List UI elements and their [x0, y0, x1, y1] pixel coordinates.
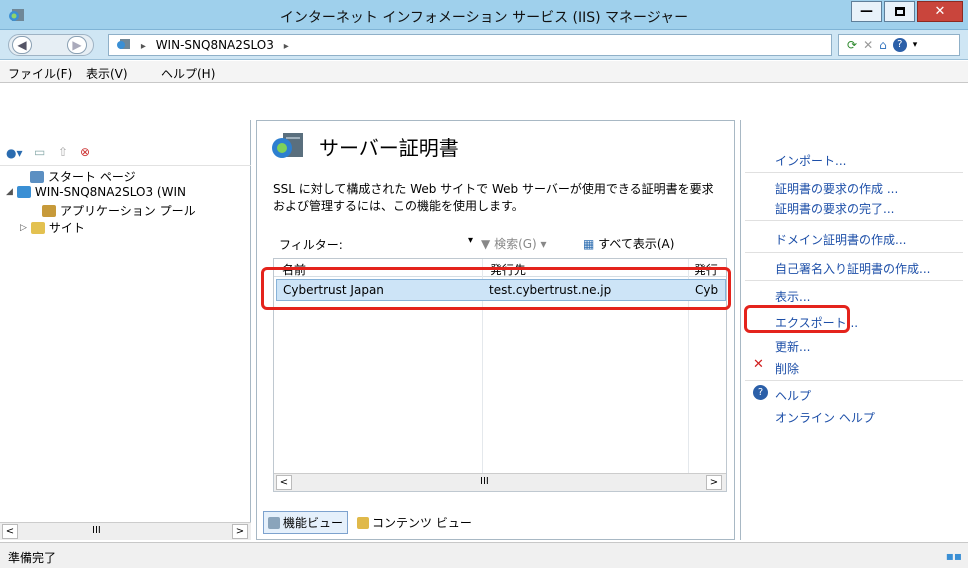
address-tools: ⟳ ✕ ⌂ ? ▾ — [838, 34, 960, 56]
divider — [745, 252, 963, 253]
menu-view[interactable]: 表示(V) — [86, 65, 128, 82]
action-create-domain-cert[interactable]: ドメイン証明書の作成... — [775, 231, 906, 248]
scroll-left-button[interactable]: < — [2, 524, 18, 539]
action-help[interactable]: ヘルプ — [775, 387, 811, 404]
search-label: 検索(G) — [494, 237, 537, 251]
tree-item-label: スタート ページ — [48, 170, 136, 184]
expand-icon[interactable]: ▷ — [20, 223, 27, 233]
tab-label: コンテンツ ビュー — [372, 516, 472, 530]
scroll-right-button[interactable]: > — [232, 524, 248, 539]
filter-bar: フィルター: ▾ ▼ 検索(G) ▾ ▦ すべて表示(A) — [273, 231, 727, 255]
app-pool-icon — [42, 204, 56, 217]
action-import[interactable]: インポート... — [775, 152, 846, 169]
stop-icon[interactable]: ✕ — [863, 38, 873, 52]
action-renew[interactable]: 更新... — [775, 338, 810, 355]
connections-panel: ●▾ ▭ ⇧ ⊗ スタート ページ ◢ WIN-SNQ8NA2SLO3 (WIN… — [0, 120, 251, 540]
page-title: サーバー証明書 — [319, 135, 459, 160]
search-button[interactable]: ▼ 検索(G) ▾ — [481, 235, 547, 252]
tree-item-server[interactable]: ◢ WIN-SNQ8NA2SLO3 (WIN — [6, 185, 186, 199]
tree-item-start-page[interactable]: スタート ページ — [30, 168, 136, 185]
home-icon[interactable]: ⌂ — [879, 38, 887, 52]
breadcrumb-arrow-icon: ▸ — [140, 41, 146, 52]
funnel-icon: ▼ — [481, 237, 491, 251]
action-create-self-signed[interactable]: 自己署名入り証明書の作成... — [775, 260, 930, 277]
nav-buttons: ◀ ▶ — [8, 34, 94, 56]
maximize-button[interactable] — [884, 1, 915, 22]
back-arrow-icon: ◀ — [17, 38, 27, 52]
scroll-thumb-grip: III — [480, 476, 489, 487]
show-all-icon: ▦ — [583, 237, 595, 251]
menu-file[interactable]: ファイル(F) — [8, 65, 72, 82]
divider — [745, 220, 963, 221]
show-all-button[interactable]: ▦ すべて表示(A) — [583, 235, 674, 252]
features-view-icon — [268, 516, 280, 529]
chevron-down-icon[interactable]: ▾ — [913, 40, 918, 50]
tab-features-view[interactable]: 機能ビュー — [263, 511, 349, 534]
feature-panel: サーバー証明書 SSL に対して構成された Web サイトで Web サーバーが… — [256, 120, 735, 540]
save-icon[interactable]: ▭ — [34, 145, 45, 159]
help-icon: ? — [753, 385, 768, 400]
action-view[interactable]: 表示... — [775, 288, 810, 305]
view-tabs: 機能ビュー コンテンツ ビュー — [263, 511, 477, 534]
tree-item-label: アプリケーション プール — [60, 204, 196, 218]
connect-icon[interactable]: ●▾ — [6, 146, 23, 160]
status-text: 準備完了 — [8, 551, 57, 565]
title-bar: インターネット インフォメーション サービス (IIS) マネージャー — ✕ — [0, 0, 968, 30]
divider — [745, 380, 963, 381]
action-delete[interactable]: 削除 — [775, 360, 799, 377]
start-page-icon — [30, 170, 44, 183]
action-complete-request[interactable]: 証明書の要求の完了... — [775, 200, 894, 217]
action-online-help[interactable]: オンライン ヘルプ — [775, 409, 875, 426]
tree-item-label: WIN-SNQ8NA2SLO3 (WIN — [34, 185, 186, 199]
highlight-export-action — [744, 305, 850, 333]
status-server-icon: ▪▪ — [945, 549, 962, 563]
tab-label: 機能ビュー — [283, 516, 344, 530]
up-icon[interactable]: ⇧ — [58, 145, 68, 159]
status-bar: 準備完了 ▪▪ — [0, 542, 968, 568]
action-create-request[interactable]: 証明書の要求の作成 ... — [775, 180, 898, 197]
delete-icon: ✕ — [753, 357, 764, 372]
tree-item-sites[interactable]: ▷ サイト — [20, 219, 85, 236]
divider — [745, 280, 963, 281]
address-bar: ◀ ▶ ▸ WIN-SNQ8NA2SLO3 ▸ ⟳ ✕ ⌂ ? ▾ — [0, 30, 968, 60]
collapse-icon[interactable]: ◢ — [6, 187, 13, 197]
minimize-button[interactable]: — — [851, 1, 882, 22]
tab-content-view[interactable]: コンテンツ ビュー — [352, 511, 477, 534]
forward-button[interactable]: ▶ — [67, 36, 87, 54]
connections-scrollbar[interactable]: < III > — [0, 522, 251, 540]
show-all-label: すべて表示(A) — [598, 237, 675, 251]
close-button[interactable]: ✕ — [917, 1, 963, 22]
menu-bar: ファイル(F) 表示(V) ヘルプ(H) — [0, 61, 968, 83]
connections-toolbar: ●▾ ▭ ⇧ ⊗ — [0, 142, 251, 166]
scroll-thumb-grip: III — [92, 525, 101, 536]
tree-item-app-pools[interactable]: アプリケーション プール — [42, 202, 196, 219]
back-button[interactable]: ◀ — [12, 36, 32, 54]
divider — [745, 172, 963, 173]
server-icon — [117, 39, 130, 49]
chevron-down-icon[interactable]: ▾ — [468, 235, 473, 246]
scroll-left-button[interactable]: < — [276, 475, 292, 490]
server-certificates-icon — [272, 133, 303, 158]
forward-arrow-icon: ▶ — [72, 38, 82, 52]
content-view-icon — [357, 516, 370, 529]
sites-folder-icon — [30, 221, 45, 234]
menu-help[interactable]: ヘルプ(H) — [161, 65, 215, 82]
scroll-right-button[interactable]: > — [706, 475, 722, 490]
refresh-icon[interactable]: ⟳ — [847, 38, 857, 52]
list-scrollbar[interactable]: < III > — [274, 473, 726, 491]
filter-label: フィルター: — [279, 238, 343, 252]
disconnect-icon[interactable]: ⊗ — [80, 145, 90, 159]
page-description: SSL に対して構成された Web サイトで Web サーバーが使用できる証明書… — [273, 182, 714, 213]
maximize-icon — [894, 7, 905, 16]
breadcrumb-server[interactable]: WIN-SNQ8NA2SLO3 — [156, 38, 274, 52]
breadcrumb-arrow-icon: ▸ — [283, 41, 289, 52]
window-title: インターネット インフォメーション サービス (IIS) マネージャー — [279, 10, 689, 26]
highlight-certificate-row — [261, 267, 731, 310]
server-icon — [16, 186, 31, 198]
tree-item-label: サイト — [48, 221, 85, 235]
page-header: サーバー証明書 — [271, 131, 459, 161]
help-icon[interactable]: ? — [892, 38, 907, 52]
breadcrumb[interactable]: ▸ WIN-SNQ8NA2SLO3 ▸ — [108, 34, 832, 56]
